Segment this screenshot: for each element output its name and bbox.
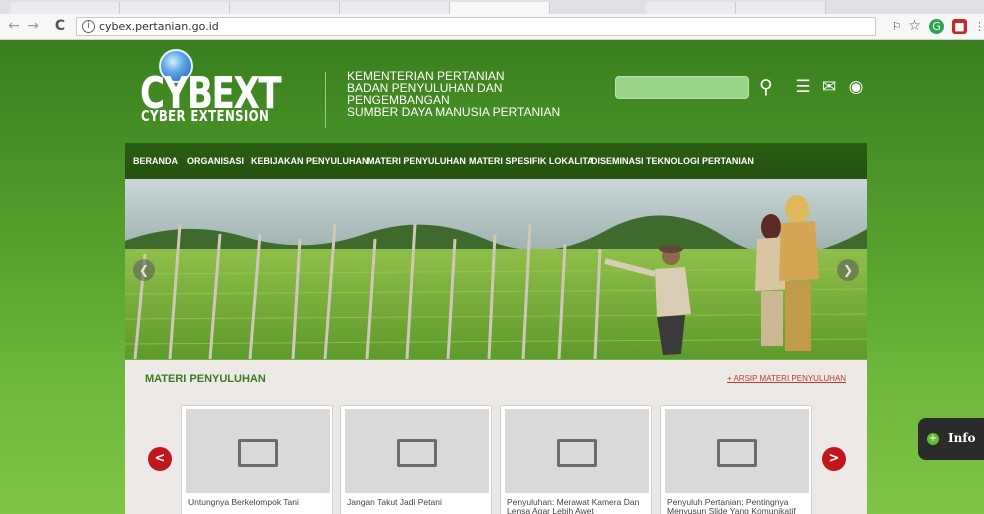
site-header: CYBEXT CYBER EXTENSION KEMENTERIAN PERTA… (125, 40, 867, 142)
page-body: CYBEXT CYBER EXTENSION KEMENTERIAN PERTA… (0, 40, 984, 514)
image-placeholder-icon (238, 439, 278, 467)
ministry-name: KEMENTERIAN PERTANIAN BADAN PENYULUHAN D… (347, 70, 560, 118)
browser-tab-active[interactable] (450, 2, 550, 14)
nav-item-beranda[interactable]: BERANDA (133, 156, 178, 166)
bookmark-star-icon[interactable]: ☆ (907, 19, 922, 34)
translate-icon[interactable]: ⚐ (889, 19, 904, 34)
slider-prev-button[interactable]: ❮ (133, 259, 155, 281)
materi-card[interactable]: Untungnya Berkelompok Tani (181, 405, 333, 514)
materi-card[interactable]: Penyuluhan: Merawat Kamera Dan Lensa Aga… (500, 405, 652, 514)
nav-item-kebijakan-penyuluhan[interactable]: KEBIJAKAN PENYULUHAN (251, 156, 369, 166)
site-info-icon[interactable]: i (82, 20, 95, 33)
materi-card[interactable]: Jangan Takut Jadi Petani (340, 405, 492, 514)
card-title[interactable]: Jangan Takut Jadi Petani (347, 498, 489, 507)
extension-icon[interactable]: ■ (952, 19, 967, 34)
browser-tab[interactable] (120, 2, 230, 14)
browser-tab[interactable] (340, 2, 450, 14)
search-input[interactable] (615, 76, 749, 99)
browser-tab-strip (0, 0, 984, 14)
grammarly-extension-icon[interactable]: G (929, 19, 944, 34)
main-navigation: BERANDA ORGANISASI KEBIJAKAN PENYULUHAN … (125, 143, 867, 179)
nav-item-diseminasi-teknologi[interactable]: DISEMINASI TEKNOLOGI PERTANIAN (591, 156, 754, 166)
image-placeholder-icon (397, 439, 437, 467)
image-placeholder (345, 409, 489, 493)
nav-item-organisasi[interactable]: ORGANISASI (187, 156, 244, 166)
info-label: Info (948, 431, 976, 445)
forward-arrow-icon[interactable]: → (25, 18, 41, 34)
archive-link[interactable]: + ARSIP MATERI PENYULUHAN (727, 374, 846, 383)
image-placeholder (665, 409, 809, 493)
card-title[interactable]: Penyuluh Pertanian: Pentingnya Menyusun … (667, 498, 809, 514)
nav-item-materi-penyuluhan[interactable]: MATERI PENYULUHAN (367, 156, 466, 166)
header-divider (325, 72, 326, 128)
info-button[interactable]: + Info (918, 418, 984, 460)
card-title[interactable]: Penyuluhan: Merawat Kamera Dan Lensa Aga… (507, 498, 649, 514)
browser-tab[interactable] (10, 2, 120, 14)
image-placeholder-icon (557, 439, 597, 467)
materi-penyuluhan-section: MATERI PENYULUHAN + ARSIP MATERI PENYULU… (125, 360, 867, 514)
list-menu-icon[interactable]: ☰ (793, 76, 813, 98)
mail-icon[interactable]: ✉ (819, 76, 839, 98)
card-title[interactable]: Untungnya Berkelompok Tani (188, 498, 330, 507)
carousel-prev-button[interactable]: < (148, 447, 172, 471)
address-bar[interactable]: i cybex.pertanian.go.id (76, 17, 876, 36)
rice-field-photo (125, 179, 867, 359)
search-icon[interactable]: ⚲ (756, 76, 776, 98)
image-placeholder-icon (717, 439, 757, 467)
browser-tab[interactable] (736, 2, 826, 14)
address-url[interactable]: cybex.pertanian.go.id (99, 20, 219, 33)
back-arrow-icon[interactable]: ← (6, 18, 22, 34)
browser-tab[interactable] (646, 2, 736, 14)
browser-tab[interactable] (230, 2, 340, 14)
plus-circle-icon: + (927, 433, 939, 445)
slider-next-button[interactable]: ❯ (837, 259, 859, 281)
section-title: MATERI PENYULUHAN (145, 373, 266, 385)
materi-card[interactable]: Penyuluh Pertanian: Pentingnya Menyusun … (660, 405, 812, 514)
reload-icon[interactable]: C (52, 18, 68, 34)
site-logo-subtitle: CYBER EXTENSION (141, 107, 270, 125)
browser-toolbar: ← → C i cybex.pertanian.go.id ⚐ ☆ G ■ ⋮ (0, 14, 984, 40)
image-placeholder (186, 409, 330, 493)
image-placeholder (505, 409, 649, 493)
browser-menu-icon[interactable]: ⋮ (972, 19, 984, 34)
ministry-line: SUMBER DAYA MANUSIA PERTANIAN (347, 105, 561, 119)
user-account-icon[interactable]: ◉ (846, 76, 866, 98)
nav-item-materi-spesifik-lokalita[interactable]: MATERI SPESIFIK LOKALITA (469, 156, 594, 166)
hero-slider[interactable]: ❮ ❯ (125, 179, 867, 359)
carousel-next-button[interactable]: > (822, 447, 846, 471)
